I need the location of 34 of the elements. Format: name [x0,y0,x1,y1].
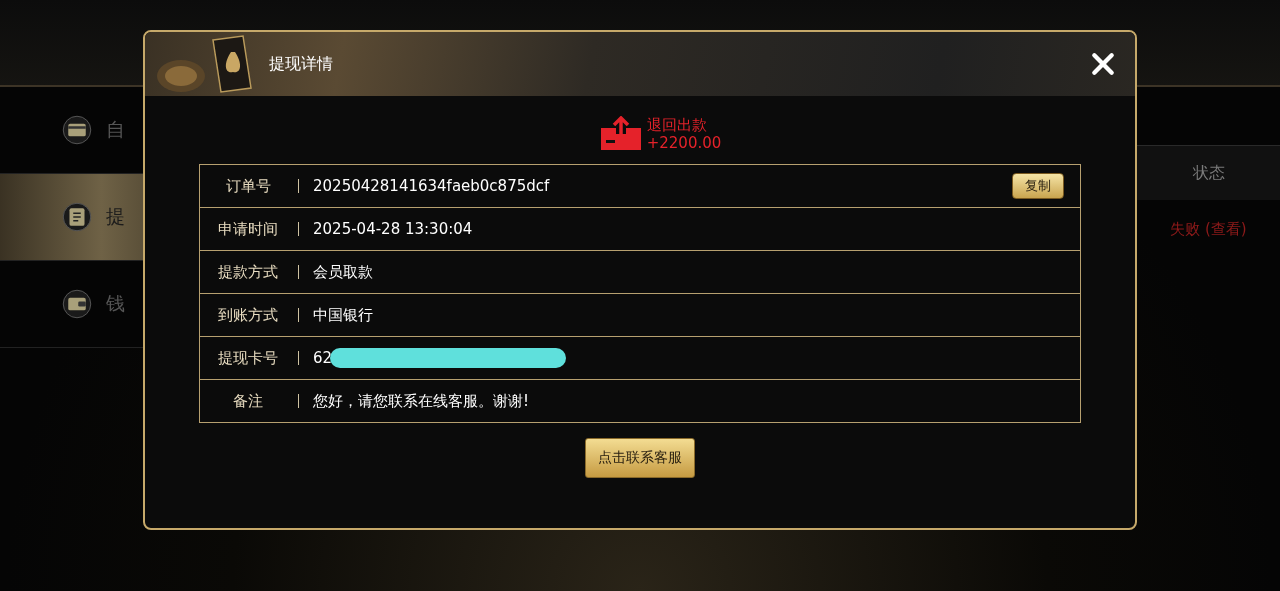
detail-label: 提现卡号 [217,348,279,368]
sidebar-item[interactable]: 提 [0,174,145,261]
sidebar-label: 自 [106,117,125,142]
result-amount: +2200.00 [646,134,722,152]
card-icon [62,115,92,145]
dialog-title: 提现详情 [269,53,333,75]
separator-mark [298,265,299,279]
sidebar-label: 钱 [106,291,125,316]
detail-value: 2025-04-28 13:30:04 [313,220,473,238]
separator-mark [298,394,299,408]
contact-support-button[interactable]: 点击联系客服 [585,438,695,478]
detail-value: 会员取款 [313,262,373,282]
separator-mark [298,179,299,193]
detail-value: 20250428141634faeb0c875dcf [313,177,550,195]
detail-label: 订单号 [224,176,272,196]
detail-value: 62 [313,349,333,367]
result-label: 退回出款 [646,116,708,134]
detail-label: 备注 [232,391,264,411]
close-icon [1090,51,1116,77]
wallet-icon [62,289,92,319]
copy-button[interactable]: 复制 [1012,173,1064,199]
detail-label: 提款方式 [217,262,279,282]
sidebar-label: 提 [106,204,125,229]
separator-mark [298,351,299,365]
detail-value: 您好，请您联系在线客服。谢谢! [313,391,529,411]
separator-mark [298,308,299,322]
detail-label: 到账方式 [217,305,279,325]
detail-label: 申请时间 [217,219,279,239]
column-header: 状态 [1192,162,1225,184]
separator-mark [298,222,299,236]
detail-value: 中国银行 [313,305,373,325]
refund-box-icon [598,116,643,152]
status-link[interactable]: 失败 (查看) [1137,200,1280,258]
document-icon [62,202,92,232]
